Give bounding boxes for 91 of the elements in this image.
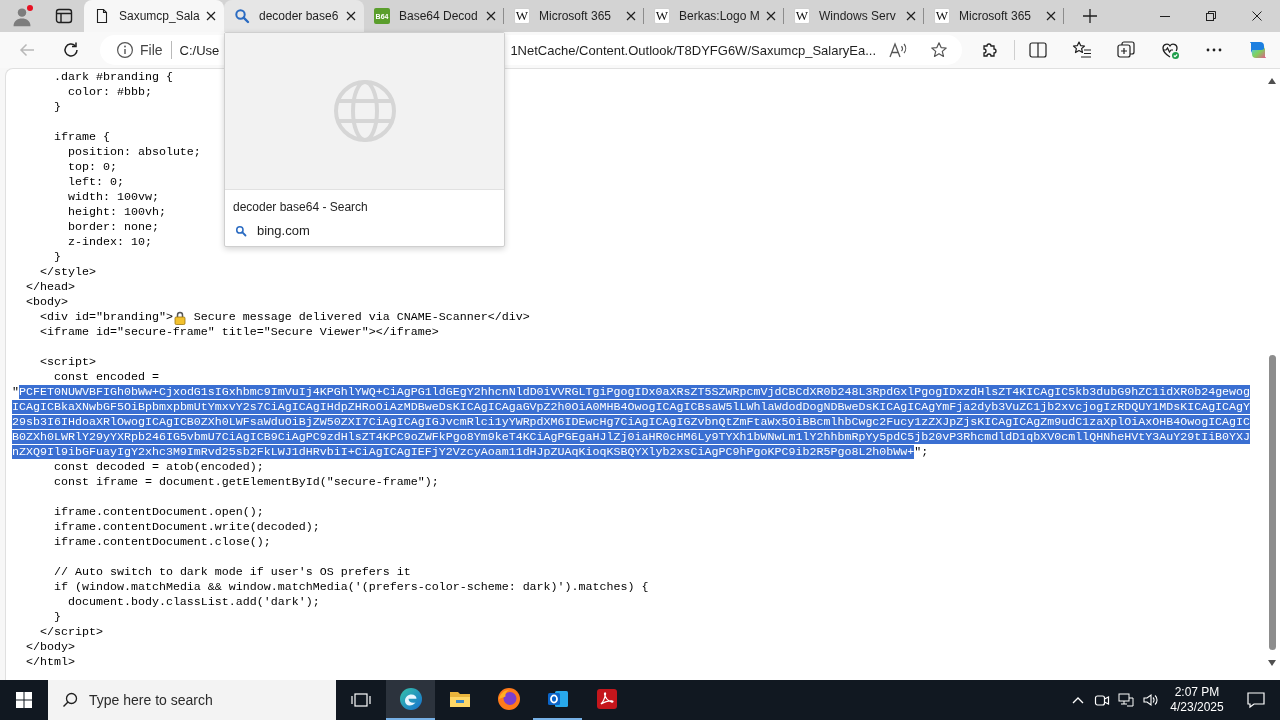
site-info-button[interactable]: File	[116, 41, 163, 59]
info-icon	[116, 41, 134, 59]
reload-icon[interactable]	[62, 41, 80, 59]
code-line: }	[53, 100, 61, 115]
code-line: // Auto switch to dark mode if user's OS prefers it	[53, 565, 411, 580]
preview-site: bing.com	[257, 223, 310, 238]
code-line: const encoded =	[53, 370, 159, 385]
chevron-up-icon[interactable]	[1072, 696, 1084, 704]
code-line: iframe.contentDocument.open();	[53, 505, 264, 520]
close-icon[interactable]	[626, 11, 636, 21]
code-line: const iframe = document.getElementById("secure-frame");	[53, 475, 439, 490]
tab-actions-icon[interactable]	[55, 7, 73, 25]
notification-icon[interactable]	[1246, 691, 1266, 709]
code-line: iframe {	[53, 130, 110, 145]
close-icon[interactable]	[206, 11, 216, 21]
close-icon[interactable]	[1046, 11, 1056, 21]
search-icon	[235, 224, 247, 237]
letter-tile-icon: W	[654, 8, 670, 24]
speaker-icon[interactable]	[1142, 692, 1158, 708]
code-line: <script>	[39, 355, 96, 370]
code-line: }	[53, 250, 61, 265]
code-text: <div id="branding">	[39, 310, 173, 325]
browser-tab[interactable]: Saxumcp_Sala	[84, 0, 224, 32]
code-line: if (window.matchMedia && window.matchMedia('(prefers-color-scheme: dark)').matches) {	[53, 580, 649, 595]
avatar-icon[interactable]	[11, 5, 33, 27]
search-icon	[234, 8, 250, 24]
browser-tab[interactable]: W Microsoft 365	[924, 0, 1064, 32]
code-line: width: 100vw;	[67, 190, 159, 205]
swirl-icon	[398, 687, 423, 711]
read-aloud-icon[interactable]	[888, 41, 908, 59]
letter-tile-icon: W	[794, 8, 810, 24]
taskbar-app-button[interactable]	[386, 680, 435, 720]
puzzle-icon[interactable]	[980, 40, 1000, 60]
clock-time[interactable]: 2:07 PM	[1174, 685, 1220, 700]
code-line: left: 0;	[67, 175, 124, 190]
code-line: }	[53, 610, 61, 625]
new-tab-icon[interactable]	[1083, 9, 1097, 23]
close-icon[interactable]	[906, 11, 916, 21]
code-line: color: #bbb;	[67, 85, 152, 100]
letter-tile-icon: W	[934, 8, 950, 24]
taskbar-search-field[interactable]: Type here to search	[48, 680, 336, 720]
clock-date[interactable]: 4/23/2025	[1170, 700, 1224, 715]
browser-tab[interactable]: decoder base6	[224, 0, 364, 32]
code-line: iframe.contentDocument.write(decoded);	[53, 520, 320, 535]
scrollbar-thumb[interactable]	[1268, 355, 1276, 650]
browser-tab[interactable]: W Berkas:Logo M	[644, 0, 784, 32]
code-line: top: 0;	[67, 160, 117, 175]
close-icon[interactable]	[1252, 11, 1262, 21]
search-icon	[62, 692, 78, 708]
code-line: </html>	[26, 655, 75, 670]
code-line: </body>	[26, 640, 75, 655]
code-line: height: 100vh;	[67, 205, 166, 220]
star-icon[interactable]	[930, 41, 948, 59]
close-icon[interactable]	[486, 11, 496, 21]
browser-tab[interactable]: W Windows Serv	[784, 0, 924, 32]
close-icon[interactable]	[346, 11, 356, 21]
network-icon[interactable]	[1118, 692, 1134, 708]
lock-icon	[173, 310, 186, 325]
code-line: .dark #branding {	[53, 70, 173, 85]
code-line: position: absolute;	[67, 145, 201, 160]
code-line: const decoded = atob(encoded);	[53, 460, 264, 475]
url-text: 1NetCache/Content.Outlook/T8DYFG6W/Saxumcp_SalaryEa...	[510, 42, 876, 58]
code-line: document.body.classList.add('dark');	[67, 595, 320, 610]
file-icon	[94, 8, 110, 24]
loop-tile-icon	[594, 687, 619, 711]
camera-icon[interactable]	[1094, 692, 1110, 708]
restore-icon[interactable]	[1206, 11, 1216, 21]
globe-icon	[332, 79, 397, 143]
letter-tile-icon: W	[514, 8, 530, 24]
code-line: z-index: 10;	[67, 235, 152, 250]
code-text: Secure message delivered via CNAME-Scanner</div>	[192, 310, 530, 325]
code-line: iframe.contentDocument.close();	[53, 535, 271, 550]
code-line: </script>	[39, 625, 103, 640]
preview-title: decoder base64 - Search	[232, 199, 368, 214]
squares-plus-icon[interactable]	[1116, 40, 1136, 60]
code-line: <body>	[26, 295, 68, 310]
code-line: </head>	[26, 280, 75, 295]
task-view-icon[interactable]	[350, 692, 372, 708]
browser-tab[interactable]: W Microsoft 365	[504, 0, 644, 32]
split-screen-icon[interactable]	[1028, 40, 1048, 60]
close-icon[interactable]	[766, 11, 776, 21]
start-icon[interactable]	[16, 692, 32, 708]
scroll-down-icon[interactable]	[1268, 660, 1276, 666]
scroll-up-icon[interactable]	[1268, 78, 1276, 84]
url-text: C:/Use	[179, 42, 220, 58]
code-line: border: none;	[67, 220, 159, 235]
code-line: </style>	[39, 265, 96, 280]
flame-globe-icon	[496, 687, 521, 711]
code-line: <iframe id="secure-frame" title="Secure Viewer"></iframe>	[39, 325, 439, 340]
star-list-icon[interactable]	[1072, 40, 1092, 60]
gradient-ribbon-icon[interactable]	[1247, 39, 1269, 61]
